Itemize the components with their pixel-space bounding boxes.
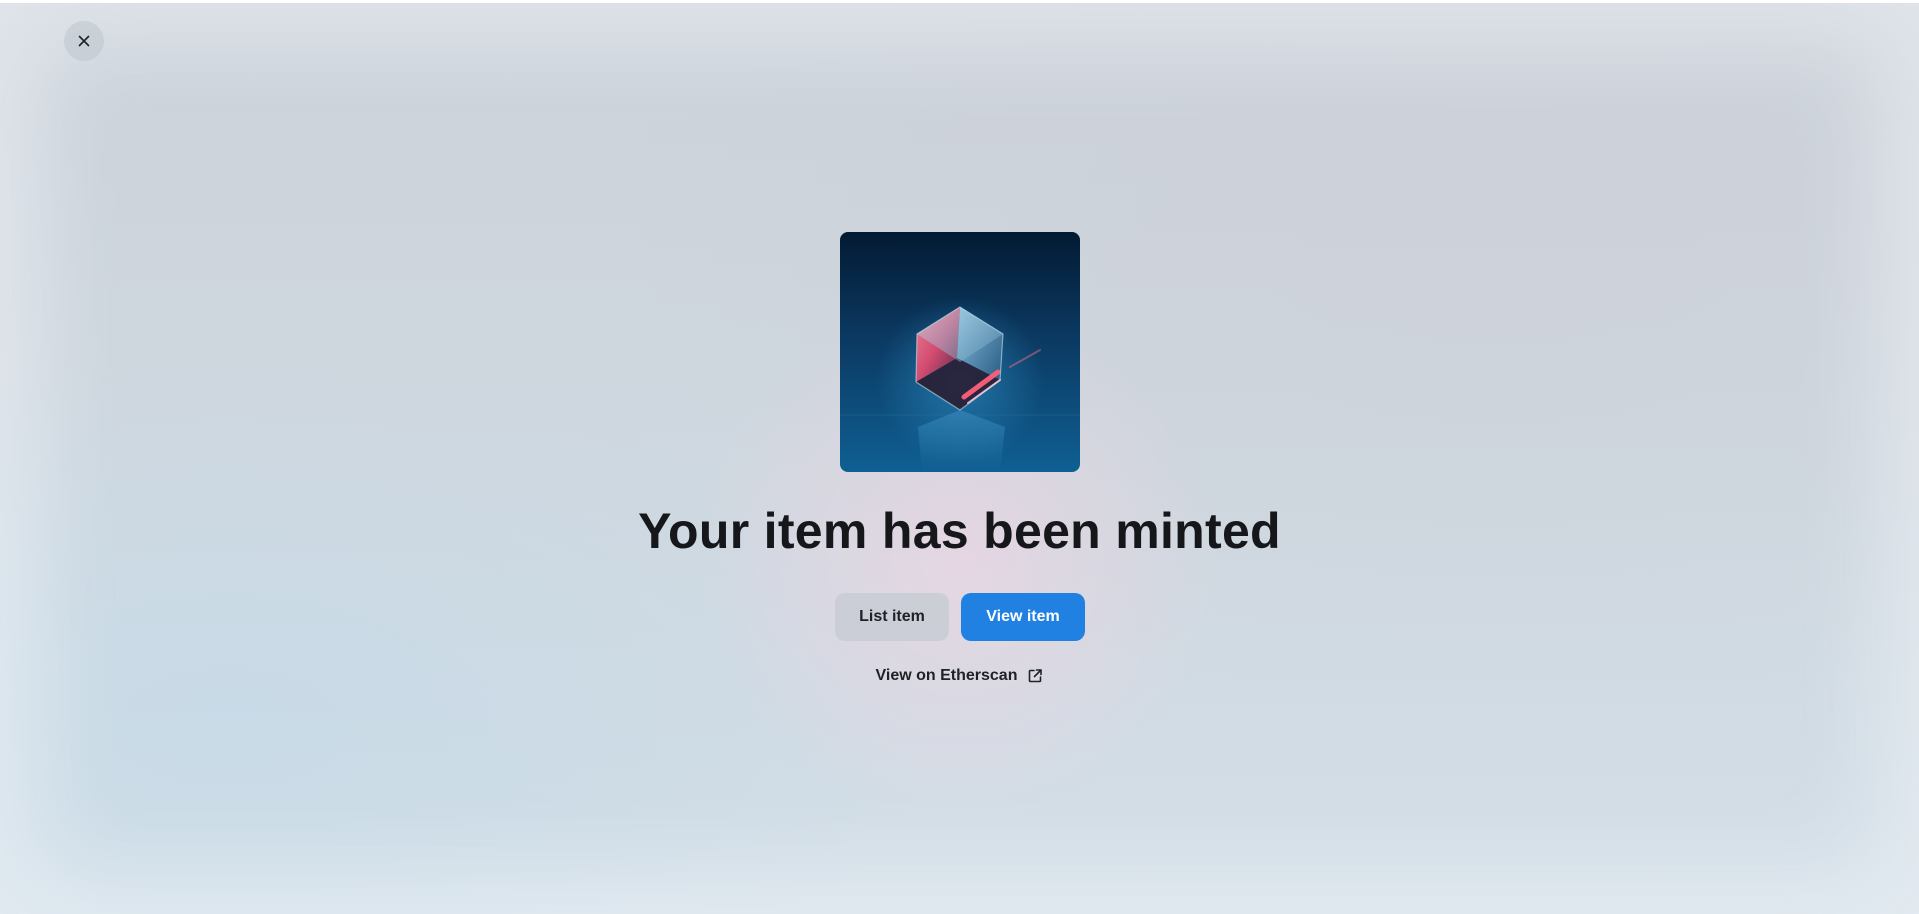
success-modal-backdrop: Your item has been minted List item View… (0, 3, 1919, 914)
etherscan-link-label: View on Etherscan (875, 667, 1018, 684)
page-title: Your item has been minted (638, 503, 1281, 559)
external-link-icon (1029, 669, 1043, 683)
close-button[interactable] (64, 21, 104, 61)
view-item-button[interactable]: View item (961, 593, 1085, 641)
etherscan-link-row: View on Etherscan (0, 667, 1919, 685)
list-item-button[interactable]: List item (835, 593, 949, 641)
close-icon (78, 35, 90, 47)
minted-item-image (840, 232, 1080, 472)
view-on-etherscan-link[interactable]: View on Etherscan (876, 667, 1044, 685)
